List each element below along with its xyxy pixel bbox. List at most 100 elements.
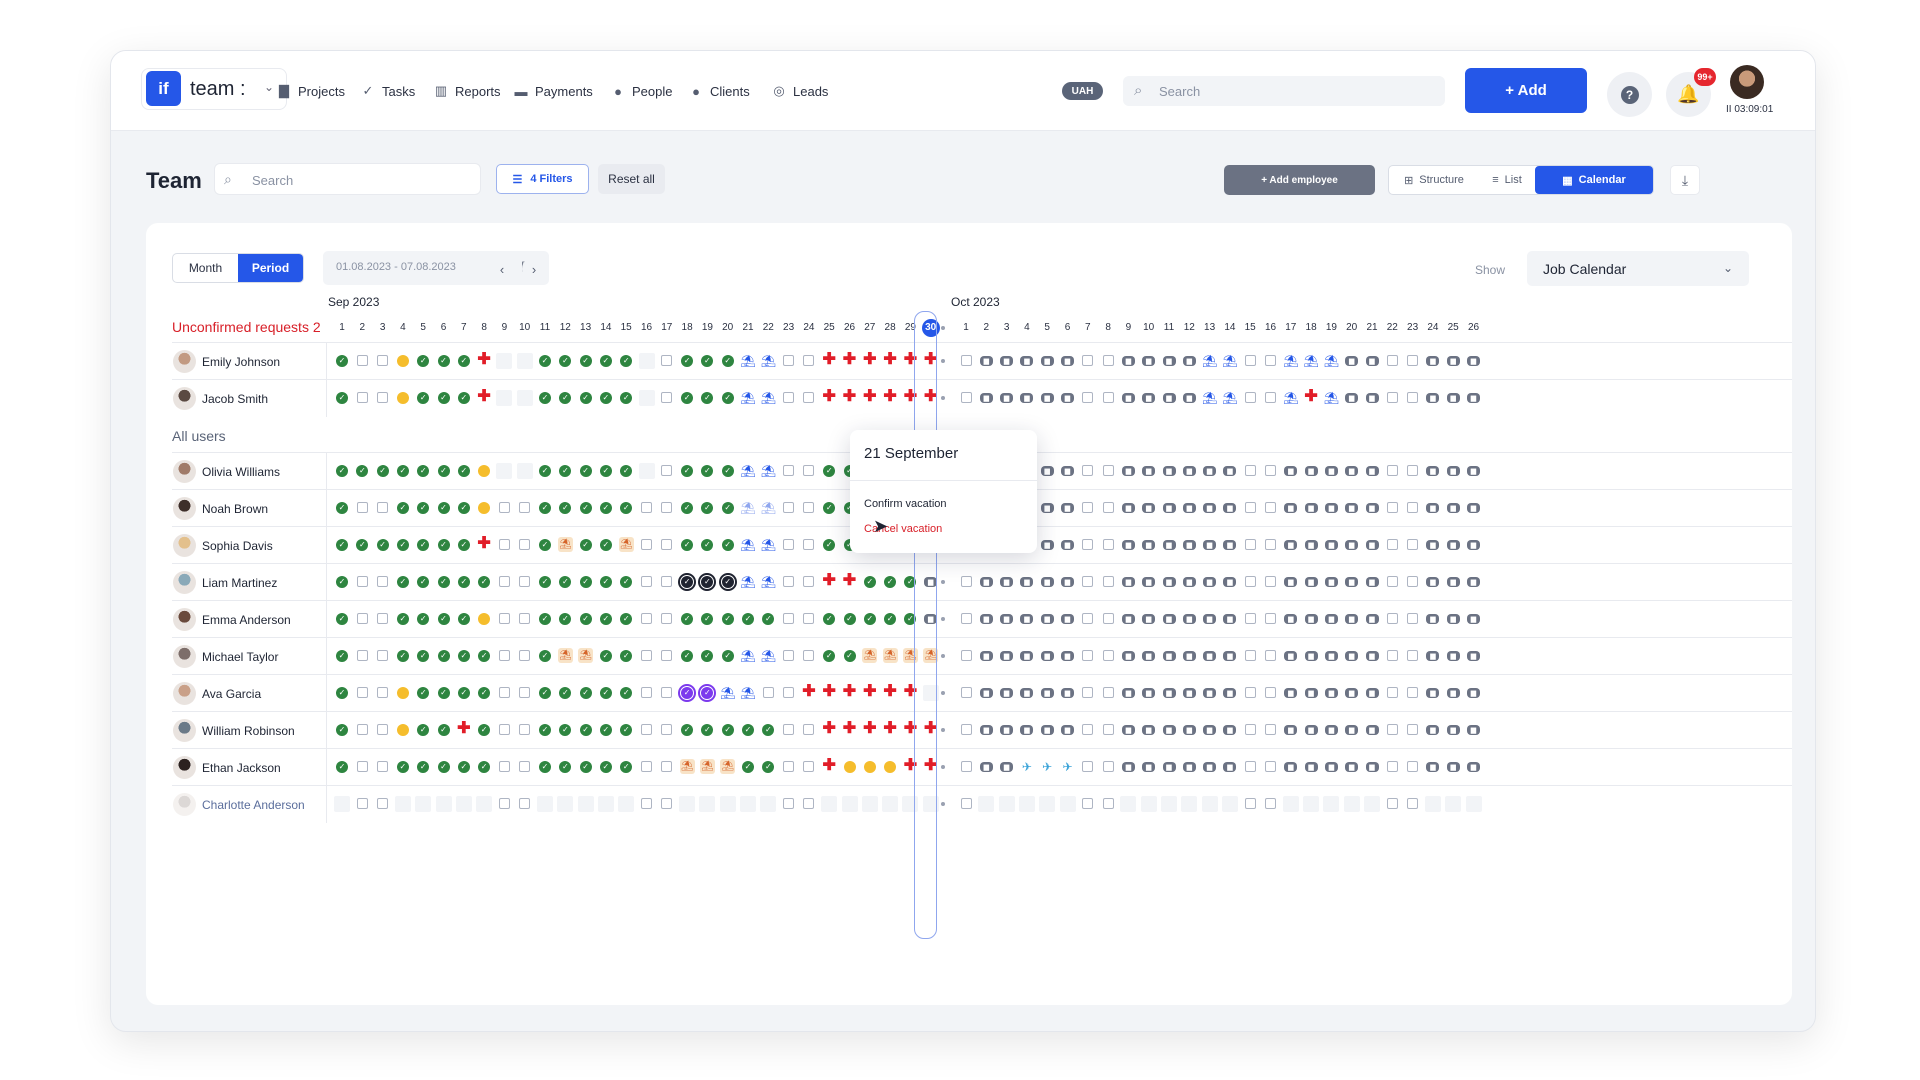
day-cell-weekend[interactable] bbox=[641, 613, 652, 624]
day-cell-worked-day[interactable]: ✓ bbox=[437, 392, 450, 404]
day-cell-planned-work[interactable]: ▆ bbox=[1426, 762, 1440, 772]
day-cell-planned-work[interactable]: ▆ bbox=[1000, 577, 1014, 587]
day-cell-weekend[interactable] bbox=[641, 502, 652, 513]
day-cell-planned-work[interactable]: ▆ bbox=[1467, 540, 1480, 550]
day-cell-sick-leave[interactable]: ✚ bbox=[863, 389, 877, 405]
day-cell-planned-work[interactable]: ▆ bbox=[1223, 614, 1237, 624]
day-cell-planned-work[interactable]: ▆ bbox=[1000, 356, 1014, 366]
day-cell-planned-work[interactable]: ▆ bbox=[1284, 577, 1298, 587]
day-cell-planned-work[interactable]: ▆ bbox=[1446, 614, 1460, 624]
day-cell-planned-work[interactable]: ▆ bbox=[1284, 688, 1298, 698]
day-cell-no-data[interactable] bbox=[998, 796, 1015, 812]
day-cell-worked-day[interactable]: ✓ bbox=[762, 613, 775, 625]
day-cell-planned-work[interactable]: ▆ bbox=[1446, 651, 1460, 661]
day-cell-worked-day[interactable]: ✓ bbox=[396, 576, 409, 588]
day-cell-weekend[interactable] bbox=[1102, 650, 1114, 661]
day-cell-weekend[interactable] bbox=[356, 355, 368, 366]
day-cell-planned-work[interactable]: ▆ bbox=[1345, 466, 1359, 476]
day-cell-planned-work[interactable]: ▆ bbox=[1040, 577, 1054, 587]
day-cell-weekend[interactable] bbox=[661, 392, 673, 403]
day-cell-sick-leave[interactable]: ✚ bbox=[863, 684, 877, 700]
day-cell-no-data[interactable] bbox=[1343, 796, 1360, 812]
day-cell-weekend[interactable] bbox=[641, 687, 652, 698]
day-cell-weekend[interactable] bbox=[803, 465, 815, 476]
employee-name[interactable]: Ava Garcia bbox=[202, 687, 261, 701]
day-cell-planned-work[interactable]: ▆ bbox=[1182, 540, 1196, 550]
day-cell-worked-day[interactable]: ✓ bbox=[599, 761, 612, 773]
day-cell-planned-work[interactable]: ▆ bbox=[1426, 725, 1440, 735]
day-cell-planned-work[interactable]: ▆ bbox=[1446, 356, 1460, 366]
day-cell-planned-work[interactable]: ▆ bbox=[1345, 614, 1359, 624]
day-cell-weekend[interactable] bbox=[1244, 613, 1256, 624]
day-cell-vacation-beach[interactable]: ⛱ bbox=[679, 759, 695, 774]
day-cell-worked-day[interactable]: ✓ bbox=[559, 465, 572, 477]
day-cell-worked-day[interactable]: ✓ bbox=[701, 724, 714, 736]
day-cell-planned-work[interactable]: ▆ bbox=[1121, 356, 1135, 366]
day-cell-planned-work[interactable]: ▆ bbox=[1061, 651, 1074, 661]
global-search-input[interactable]: ⌕ Search bbox=[1123, 76, 1445, 106]
day-cell-weekend[interactable] bbox=[960, 687, 972, 698]
day-cell-planned-work[interactable]: ▆ bbox=[1040, 651, 1054, 661]
day-cell-planned-work[interactable]: ▆ bbox=[1020, 651, 1034, 661]
user-avatar[interactable] bbox=[1730, 65, 1764, 99]
day-cell-weekend[interactable] bbox=[803, 613, 815, 624]
day-cell-planned-work[interactable]: ▆ bbox=[1203, 688, 1217, 698]
nav-reports[interactable]: ▥ Reports bbox=[434, 51, 501, 131]
day-cell-weekend[interactable] bbox=[1407, 798, 1419, 809]
day-cell-weekend[interactable] bbox=[1265, 576, 1276, 587]
day-cell-no-data[interactable] bbox=[557, 796, 574, 812]
day-cell-vacation-pending[interactable]: ⛱ bbox=[761, 501, 776, 515]
day-cell-planned-work[interactable]: ▆ bbox=[1365, 356, 1379, 366]
day-cell-vacation-beach[interactable]: ⛱ bbox=[923, 648, 939, 663]
day-cell-no-data[interactable] bbox=[496, 463, 513, 479]
day-cell-planned-work[interactable]: ▆ bbox=[1040, 356, 1054, 366]
day-cell-planned-work[interactable]: ▆ bbox=[1142, 466, 1156, 476]
day-cell-worked-day[interactable]: ✓ bbox=[599, 539, 612, 551]
day-cell-planned-work[interactable]: ▆ bbox=[1426, 651, 1440, 661]
day-cell-worked-day[interactable]: ✓ bbox=[437, 465, 450, 477]
day-cell-planned-work[interactable]: ▆ bbox=[1162, 503, 1176, 513]
day-cell-worked-day[interactable]: ✓ bbox=[701, 465, 714, 477]
day-cell-worked-day[interactable]: ✓ bbox=[396, 613, 409, 625]
day-cell-planned-work[interactable]: ▆ bbox=[1182, 725, 1196, 735]
day-cell-vacation[interactable]: ⛱ bbox=[740, 538, 755, 552]
day-cell-worked-day[interactable]: ✓ bbox=[457, 576, 470, 588]
day-cell-weekend[interactable] bbox=[661, 539, 673, 550]
day-cell-sick-leave[interactable]: ✚ bbox=[1304, 389, 1318, 405]
day-cell-planned-work[interactable]: ▆ bbox=[1426, 577, 1440, 587]
day-cell-worked-day[interactable]: ✓ bbox=[721, 613, 734, 625]
day-cell-no-data[interactable] bbox=[618, 796, 635, 812]
time-tracker[interactable]: II 03:09:01 bbox=[1726, 104, 1773, 115]
day-cell-vacation[interactable]: ⛱ bbox=[740, 686, 755, 700]
day-cell-planned-work[interactable]: ▆ bbox=[1223, 651, 1237, 661]
day-cell-planned-work[interactable]: ▆ bbox=[1426, 356, 1440, 366]
day-cell-weekend[interactable] bbox=[1265, 687, 1276, 698]
day-cell-planned-work[interactable]: ▆ bbox=[1040, 503, 1054, 513]
day-cell-weekend[interactable] bbox=[803, 724, 815, 735]
day-cell-planned-work[interactable]: ▆ bbox=[979, 614, 993, 624]
day-cell-planned-work[interactable]: ▆ bbox=[1040, 466, 1054, 476]
day-cell-worked-day[interactable]: ✓ bbox=[396, 761, 409, 773]
day-cell-no-data[interactable] bbox=[1059, 796, 1076, 812]
day-cell-half-day[interactable] bbox=[478, 613, 491, 625]
day-cell-worked-day[interactable]: ✓ bbox=[336, 650, 348, 662]
day-cell-weekend[interactable] bbox=[1386, 798, 1398, 809]
day-cell-weekend[interactable] bbox=[1407, 465, 1419, 476]
day-cell-planned-work[interactable]: ▆ bbox=[1162, 614, 1176, 624]
day-cell-sick-leave[interactable]: ✚ bbox=[863, 721, 877, 737]
day-cell-planned-work[interactable]: ▆ bbox=[1426, 540, 1440, 550]
day-cell-sick-leave[interactable]: ✚ bbox=[924, 352, 938, 368]
day-cell-worked-day[interactable]: ✓ bbox=[417, 761, 430, 773]
day-cell-weekend[interactable] bbox=[1082, 576, 1094, 587]
day-cell-worked-day[interactable]: ✓ bbox=[539, 761, 551, 773]
day-cell-weekend[interactable] bbox=[641, 724, 652, 735]
help-button[interactable]: ? bbox=[1607, 72, 1652, 117]
day-cell-planned-work[interactable]: ▆ bbox=[1284, 651, 1298, 661]
day-cell-worked-day[interactable]: ✓ bbox=[579, 465, 592, 477]
day-cell-planned-work[interactable]: ▆ bbox=[1365, 762, 1379, 772]
day-cell-planned-work[interactable]: ▆ bbox=[1345, 762, 1359, 772]
nav-people[interactable]: ● People bbox=[611, 51, 672, 131]
day-cell-half-day[interactable] bbox=[396, 355, 409, 367]
day-cell-planned-work[interactable]: ▆ bbox=[1142, 540, 1156, 550]
day-cell-half-day[interactable] bbox=[396, 392, 409, 404]
